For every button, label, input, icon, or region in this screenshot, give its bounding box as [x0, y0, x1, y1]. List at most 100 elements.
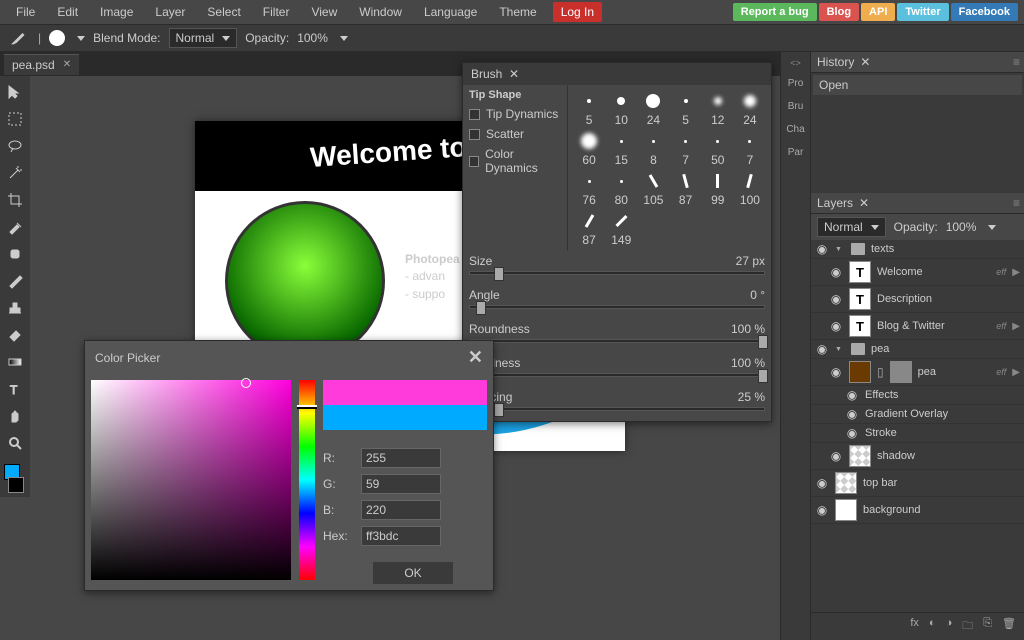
- layer-row[interactable]: ◉background: [811, 497, 1024, 524]
- close-color-picker-icon[interactable]: ✕: [468, 347, 483, 368]
- brush-preset[interactable]: 149: [606, 209, 636, 247]
- wand-tool[interactable]: [3, 161, 27, 185]
- panel-tab-brush[interactable]: Bru: [786, 97, 806, 116]
- visibility-toggle-icon[interactable]: ◉: [829, 319, 843, 333]
- trash-icon[interactable]: 🗑: [1002, 617, 1016, 636]
- close-layers-icon[interactable]: ✕: [859, 196, 869, 210]
- slider-value[interactable]: 27 px: [736, 254, 765, 268]
- login-button[interactable]: Log In: [553, 2, 602, 22]
- brush-preset[interactable]: 80: [606, 169, 636, 207]
- visibility-toggle-icon[interactable]: ◉: [829, 265, 843, 279]
- mask-icon[interactable]: ◐: [929, 617, 936, 636]
- menu-image[interactable]: Image: [90, 1, 143, 23]
- gradient-tool[interactable]: [3, 350, 27, 374]
- brush-preset[interactable]: 76: [574, 169, 604, 207]
- menu-select[interactable]: Select: [197, 1, 250, 23]
- visibility-toggle-icon[interactable]: ◉: [845, 388, 859, 402]
- eyedropper-tool[interactable]: [3, 215, 27, 239]
- visibility-toggle-icon[interactable]: ◉: [815, 476, 829, 490]
- stamp-tool[interactable]: [3, 296, 27, 320]
- visibility-toggle-icon[interactable]: ◉: [845, 407, 859, 421]
- layer-opacity-dropdown-icon[interactable]: [988, 225, 996, 230]
- new-layer-icon[interactable]: ⎘: [983, 617, 992, 636]
- layer-row[interactable]: ◉TDescription: [811, 286, 1024, 313]
- layer-blend-dropdown[interactable]: Normal: [817, 217, 886, 237]
- menu-view[interactable]: View: [301, 1, 347, 23]
- close-brush-panel-icon[interactable]: ✕: [509, 67, 519, 81]
- layer-row[interactable]: ◉TBlog & Twittereff▶: [811, 313, 1024, 340]
- tip-dynamics-checkbox[interactable]: Tip Dynamics: [469, 107, 561, 121]
- layer-row[interactable]: ◉▼texts: [811, 240, 1024, 259]
- brush-preset[interactable]: 7: [670, 129, 700, 167]
- layer-row[interactable]: ◉Stroke: [811, 424, 1024, 443]
- layer-row[interactable]: ◉▼pea: [811, 340, 1024, 359]
- crop-tool[interactable]: [3, 188, 27, 212]
- roundness-slider[interactable]: [469, 339, 765, 343]
- brush-panel[interactable]: Brush ✕ Tip Shape Tip Dynamics Scatter C…: [462, 62, 772, 422]
- layers-panel-header[interactable]: Layers ✕ ≡: [811, 193, 1024, 214]
- layer-row[interactable]: ◉top bar: [811, 470, 1024, 497]
- facebook-button[interactable]: Facebook: [951, 3, 1018, 21]
- blog-button[interactable]: Blog: [819, 3, 859, 21]
- brush-preset[interactable]: 100: [735, 169, 765, 207]
- panel-tab-properties[interactable]: Pro: [786, 74, 806, 93]
- blend-mode-dropdown[interactable]: Normal: [169, 28, 238, 48]
- visibility-toggle-icon[interactable]: ◉: [815, 242, 829, 256]
- color-swatches[interactable]: [4, 464, 26, 493]
- menu-filter[interactable]: Filter: [253, 1, 300, 23]
- brush-preset[interactable]: 99: [703, 169, 733, 207]
- spacing-slider[interactable]: [469, 407, 765, 411]
- size-slider[interactable]: [469, 271, 765, 275]
- menu-language[interactable]: Language: [414, 1, 487, 23]
- tip-shape-tab[interactable]: Tip Shape: [469, 89, 561, 101]
- menu-edit[interactable]: Edit: [47, 1, 88, 23]
- panel-tab-paragraph[interactable]: Par: [786, 143, 806, 162]
- brush-preset[interactable]: 10: [606, 89, 636, 127]
- angle-slider[interactable]: [469, 305, 765, 309]
- layer-row[interactable]: ◉shadow: [811, 443, 1024, 470]
- visibility-toggle-icon[interactable]: ◉: [829, 292, 843, 306]
- api-button[interactable]: API: [861, 3, 895, 21]
- brush-preset[interactable]: 8: [638, 129, 668, 167]
- hand-tool[interactable]: [3, 404, 27, 428]
- scatter-checkbox[interactable]: Scatter: [469, 127, 561, 141]
- brush-preset[interactable]: 87: [574, 209, 604, 247]
- color-dynamics-checkbox[interactable]: Color Dynamics: [469, 147, 561, 175]
- layer-row[interactable]: ◉Effects: [811, 386, 1024, 405]
- brush-preset[interactable]: 15: [606, 129, 636, 167]
- brush-preset[interactable]: 5: [670, 89, 700, 127]
- type-tool[interactable]: T: [3, 377, 27, 401]
- zoom-tool[interactable]: [3, 431, 27, 455]
- panel-tab-character[interactable]: Cha: [784, 120, 806, 139]
- layer-row[interactable]: ◉▯peaeff▶: [811, 359, 1024, 386]
- b-input[interactable]: [361, 500, 441, 520]
- visibility-toggle-icon[interactable]: ◉: [845, 426, 859, 440]
- brush-preset[interactable]: 24: [735, 89, 765, 127]
- brush-preset[interactable]: 24: [638, 89, 668, 127]
- marquee-tool[interactable]: [3, 107, 27, 131]
- history-panel-header[interactable]: History ✕ ≡: [811, 52, 1024, 73]
- layer-row[interactable]: ◉TWelcomeeff▶: [811, 259, 1024, 286]
- history-item[interactable]: Open: [813, 75, 1022, 95]
- adjust-icon[interactable]: ◑: [946, 617, 953, 636]
- visibility-toggle-icon[interactable]: ◉: [815, 503, 829, 517]
- brush-tool[interactable]: [3, 269, 27, 293]
- twitter-button[interactable]: Twitter: [897, 3, 948, 21]
- slider-value[interactable]: 25 %: [738, 390, 765, 404]
- color-picker-dialog[interactable]: Color Picker ✕ R: G: B: Hex: OK: [84, 340, 494, 591]
- saturation-value-box[interactable]: [91, 380, 291, 580]
- fx-icon[interactable]: fx: [910, 617, 919, 636]
- brush-preset[interactable]: 60: [574, 129, 604, 167]
- visibility-toggle-icon[interactable]: ◉: [829, 365, 843, 379]
- brush-tool-icon[interactable]: [6, 26, 30, 50]
- folder-icon[interactable]: 🗀: [962, 617, 973, 636]
- eraser-tool[interactable]: [3, 323, 27, 347]
- hardness-slider[interactable]: [469, 373, 765, 377]
- hue-slider[interactable]: [299, 380, 315, 580]
- report-bug-button[interactable]: Report a bug: [733, 3, 817, 21]
- brush-preset[interactable]: 50: [703, 129, 733, 167]
- layer-row[interactable]: ◉Gradient Overlay: [811, 405, 1024, 424]
- brush-preset[interactable]: 12: [703, 89, 733, 127]
- visibility-toggle-icon[interactable]: ◉: [815, 342, 829, 356]
- close-tab-icon[interactable]: ✕: [63, 59, 71, 70]
